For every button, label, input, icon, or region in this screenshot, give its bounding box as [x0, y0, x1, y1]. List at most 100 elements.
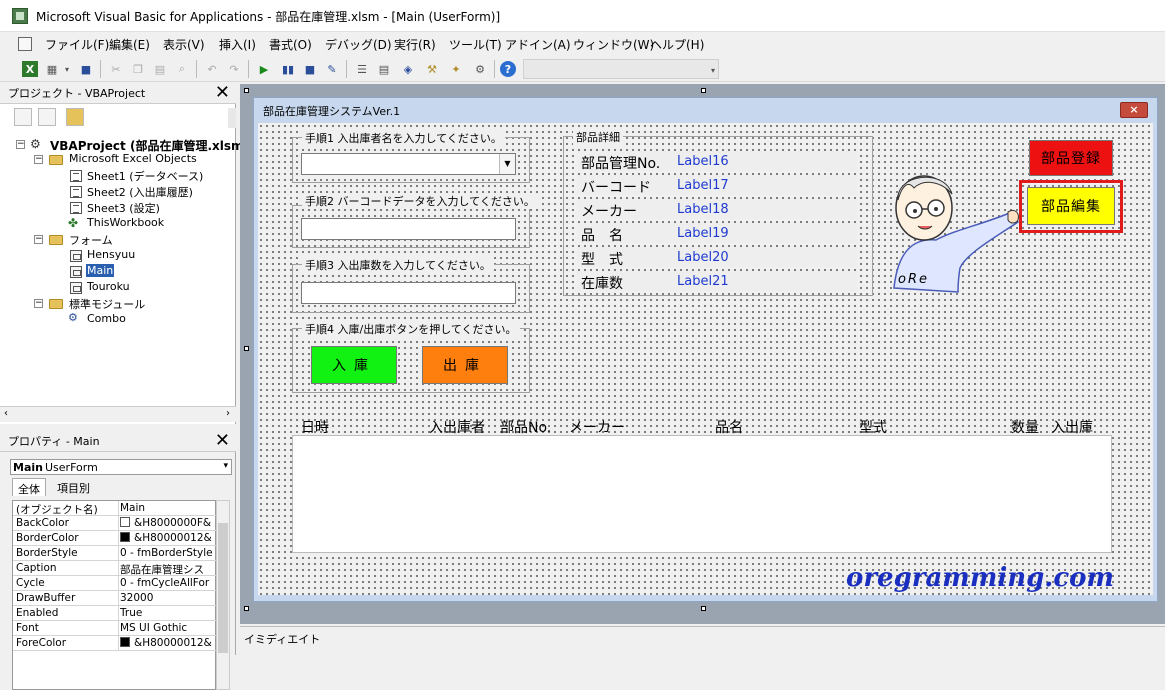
menu-run[interactable]: 実行(R)	[394, 36, 436, 53]
redo-icon[interactable]: ↷	[226, 61, 242, 77]
property-row[interactable]: BorderColor &H80000012&	[13, 531, 217, 546]
tree-forms-folder[interactable]: フォーム	[69, 232, 113, 248]
property-value[interactable]: 部品在庫管理シス	[120, 562, 216, 577]
history-listbox[interactable]	[292, 435, 1112, 553]
reset-icon[interactable]: ■	[302, 61, 318, 77]
property-value[interactable]: MS UI Gothic	[120, 622, 216, 634]
properties-vscrollbar[interactable]	[216, 500, 230, 690]
property-value[interactable]: &H80000012&	[120, 637, 216, 649]
resize-handle[interactable]	[701, 88, 706, 93]
excel-view-icon[interactable]: X	[22, 61, 38, 77]
paste-icon[interactable]: ▤	[152, 61, 168, 77]
property-value[interactable]: 32000	[120, 592, 216, 604]
property-row[interactable]: ForeColor &H80000012&	[13, 636, 217, 651]
property-row[interactable]: BorderStyle 0 - fmBorderStyle	[13, 546, 217, 561]
stock-in-button[interactable]: 入庫	[311, 346, 397, 384]
edit-part-button[interactable]: 部品編集	[1027, 187, 1115, 225]
form-close-button[interactable]: ×	[1120, 102, 1148, 118]
object-browser-icon[interactable]: ◈	[400, 61, 416, 77]
pause-icon[interactable]: ▮▮	[280, 61, 296, 77]
resize-handle[interactable]	[701, 606, 706, 611]
form-menu-icon[interactable]	[18, 37, 32, 51]
chevron-down-icon[interactable]: ▼	[499, 154, 515, 174]
scroll-left-icon[interactable]: ‹	[4, 408, 8, 419]
menu-debug[interactable]: デバッグ(D)	[325, 36, 392, 53]
tree-thisworkbook[interactable]: ThisWorkbook	[87, 216, 164, 229]
run-icon[interactable]: ▶	[256, 61, 272, 77]
design-mode-icon[interactable]: ✎	[324, 61, 340, 77]
property-value[interactable]: &H8000000F&	[120, 517, 216, 529]
property-value[interactable]: True	[120, 607, 216, 619]
view-object-icon[interactable]	[38, 108, 56, 126]
property-row[interactable]: (オブジェクト名) Main	[13, 501, 217, 516]
object-selector[interactable]: Main UserForm ▾	[10, 459, 232, 475]
menu-file[interactable]: ファイル(F)	[45, 36, 109, 53]
undo-icon[interactable]: ↶	[204, 61, 220, 77]
property-row[interactable]: Cycle 0 - fmCycleAllFor	[13, 576, 217, 591]
operator-combobox[interactable]: ▼	[301, 153, 516, 175]
resize-handle[interactable]	[244, 88, 249, 93]
property-value[interactable]: 0 - fmBorderStyle	[120, 547, 216, 559]
stock-out-button[interactable]: 出庫	[422, 346, 508, 384]
collapse-icon[interactable]: −	[16, 140, 25, 149]
view-code-icon[interactable]	[14, 108, 32, 126]
tree-form-hensyuu[interactable]: Hensyuu	[87, 248, 135, 261]
tree-form-main[interactable]: Main	[86, 264, 115, 277]
property-value[interactable]: Main	[120, 502, 216, 514]
find-icon[interactable]: ⌕	[174, 61, 190, 77]
property-row[interactable]: DrawBuffer 32000	[13, 591, 217, 606]
tree-module-combo[interactable]: Combo	[87, 312, 126, 325]
property-row[interactable]: Enabled True	[13, 606, 217, 621]
property-row[interactable]: Font MS UI Gothic	[13, 621, 217, 636]
tree-excel-objects[interactable]: Microsoft Excel Objects	[69, 152, 197, 165]
tree-sheet3[interactable]: Sheet3 (設定)	[87, 200, 160, 216]
insert-userform-icon[interactable]: ▦	[44, 61, 60, 77]
menu-addins[interactable]: アドイン(A)	[505, 36, 571, 53]
insert-dropdown-icon[interactable]: ▾	[62, 61, 72, 77]
scroll-thumb[interactable]	[218, 523, 228, 653]
quantity-input[interactable]	[301, 282, 516, 304]
tree-form-touroku[interactable]: Touroku	[87, 280, 130, 293]
collapse-icon[interactable]: −	[34, 155, 43, 164]
tree-modules-folder[interactable]: 標準モジュール	[69, 296, 145, 312]
project-hscrollbar[interactable]: ‹ ›	[0, 406, 236, 422]
tab-alphabetic[interactable]: 全体	[12, 478, 46, 496]
menu-help[interactable]: ヘルプ(H)	[650, 36, 704, 53]
toggle-folders-icon[interactable]	[66, 108, 84, 126]
menu-tools[interactable]: ツール(T)	[449, 36, 502, 53]
property-value[interactable]: &H80000012&	[120, 532, 216, 544]
menu-insert[interactable]: 挿入(I)	[219, 36, 256, 53]
close-project-pane-icon[interactable]: ✕	[215, 82, 230, 103]
resize-handle[interactable]	[244, 346, 249, 351]
resize-handle[interactable]	[244, 606, 249, 611]
toolbox-icon[interactable]: ⚒	[424, 61, 440, 77]
help-icon[interactable]: ?	[500, 61, 516, 77]
tree-sheet2[interactable]: Sheet2 (入出庫履歴)	[87, 184, 193, 200]
tree-sheet1[interactable]: Sheet1 (データベース)	[87, 168, 203, 184]
project-explorer-icon[interactable]: ☰	[354, 61, 370, 77]
collapse-icon[interactable]: −	[34, 235, 43, 244]
project-pane-scroll[interactable]	[228, 108, 236, 128]
chevron-down-icon[interactable]: ▾	[223, 461, 228, 471]
barcode-input[interactable]	[301, 218, 516, 240]
register-part-button[interactable]: 部品登録	[1029, 140, 1113, 176]
menu-format[interactable]: 書式(O)	[269, 36, 312, 53]
property-row[interactable]: Caption 部品在庫管理シス	[13, 561, 217, 576]
menu-view[interactable]: 表示(V)	[163, 36, 205, 53]
property-value[interactable]: 0 - fmCycleAllFor	[120, 577, 216, 589]
sheet-icon	[70, 186, 82, 198]
collapse-icon[interactable]: −	[34, 299, 43, 308]
toolbar-options-icon[interactable]: ▾	[708, 62, 718, 78]
tab-categorized[interactable]: 項目別	[52, 478, 95, 496]
tools-icon[interactable]: ⚙	[472, 61, 488, 77]
copy-icon[interactable]: ❐	[130, 61, 146, 77]
toolbox-control-icon[interactable]: ✦	[448, 61, 464, 77]
close-properties-pane-icon[interactable]: ✕	[215, 430, 230, 451]
save-icon[interactable]: ■	[78, 61, 94, 77]
cut-icon[interactable]: ✂	[108, 61, 124, 77]
menu-window[interactable]: ウィンドウ(W)	[573, 36, 654, 53]
property-row[interactable]: BackColor &H8000000F&	[13, 516, 217, 531]
menu-edit[interactable]: 編集(E)	[109, 36, 150, 53]
properties-window-icon[interactable]: ▤	[376, 61, 392, 77]
scroll-right-icon[interactable]: ›	[226, 408, 230, 419]
